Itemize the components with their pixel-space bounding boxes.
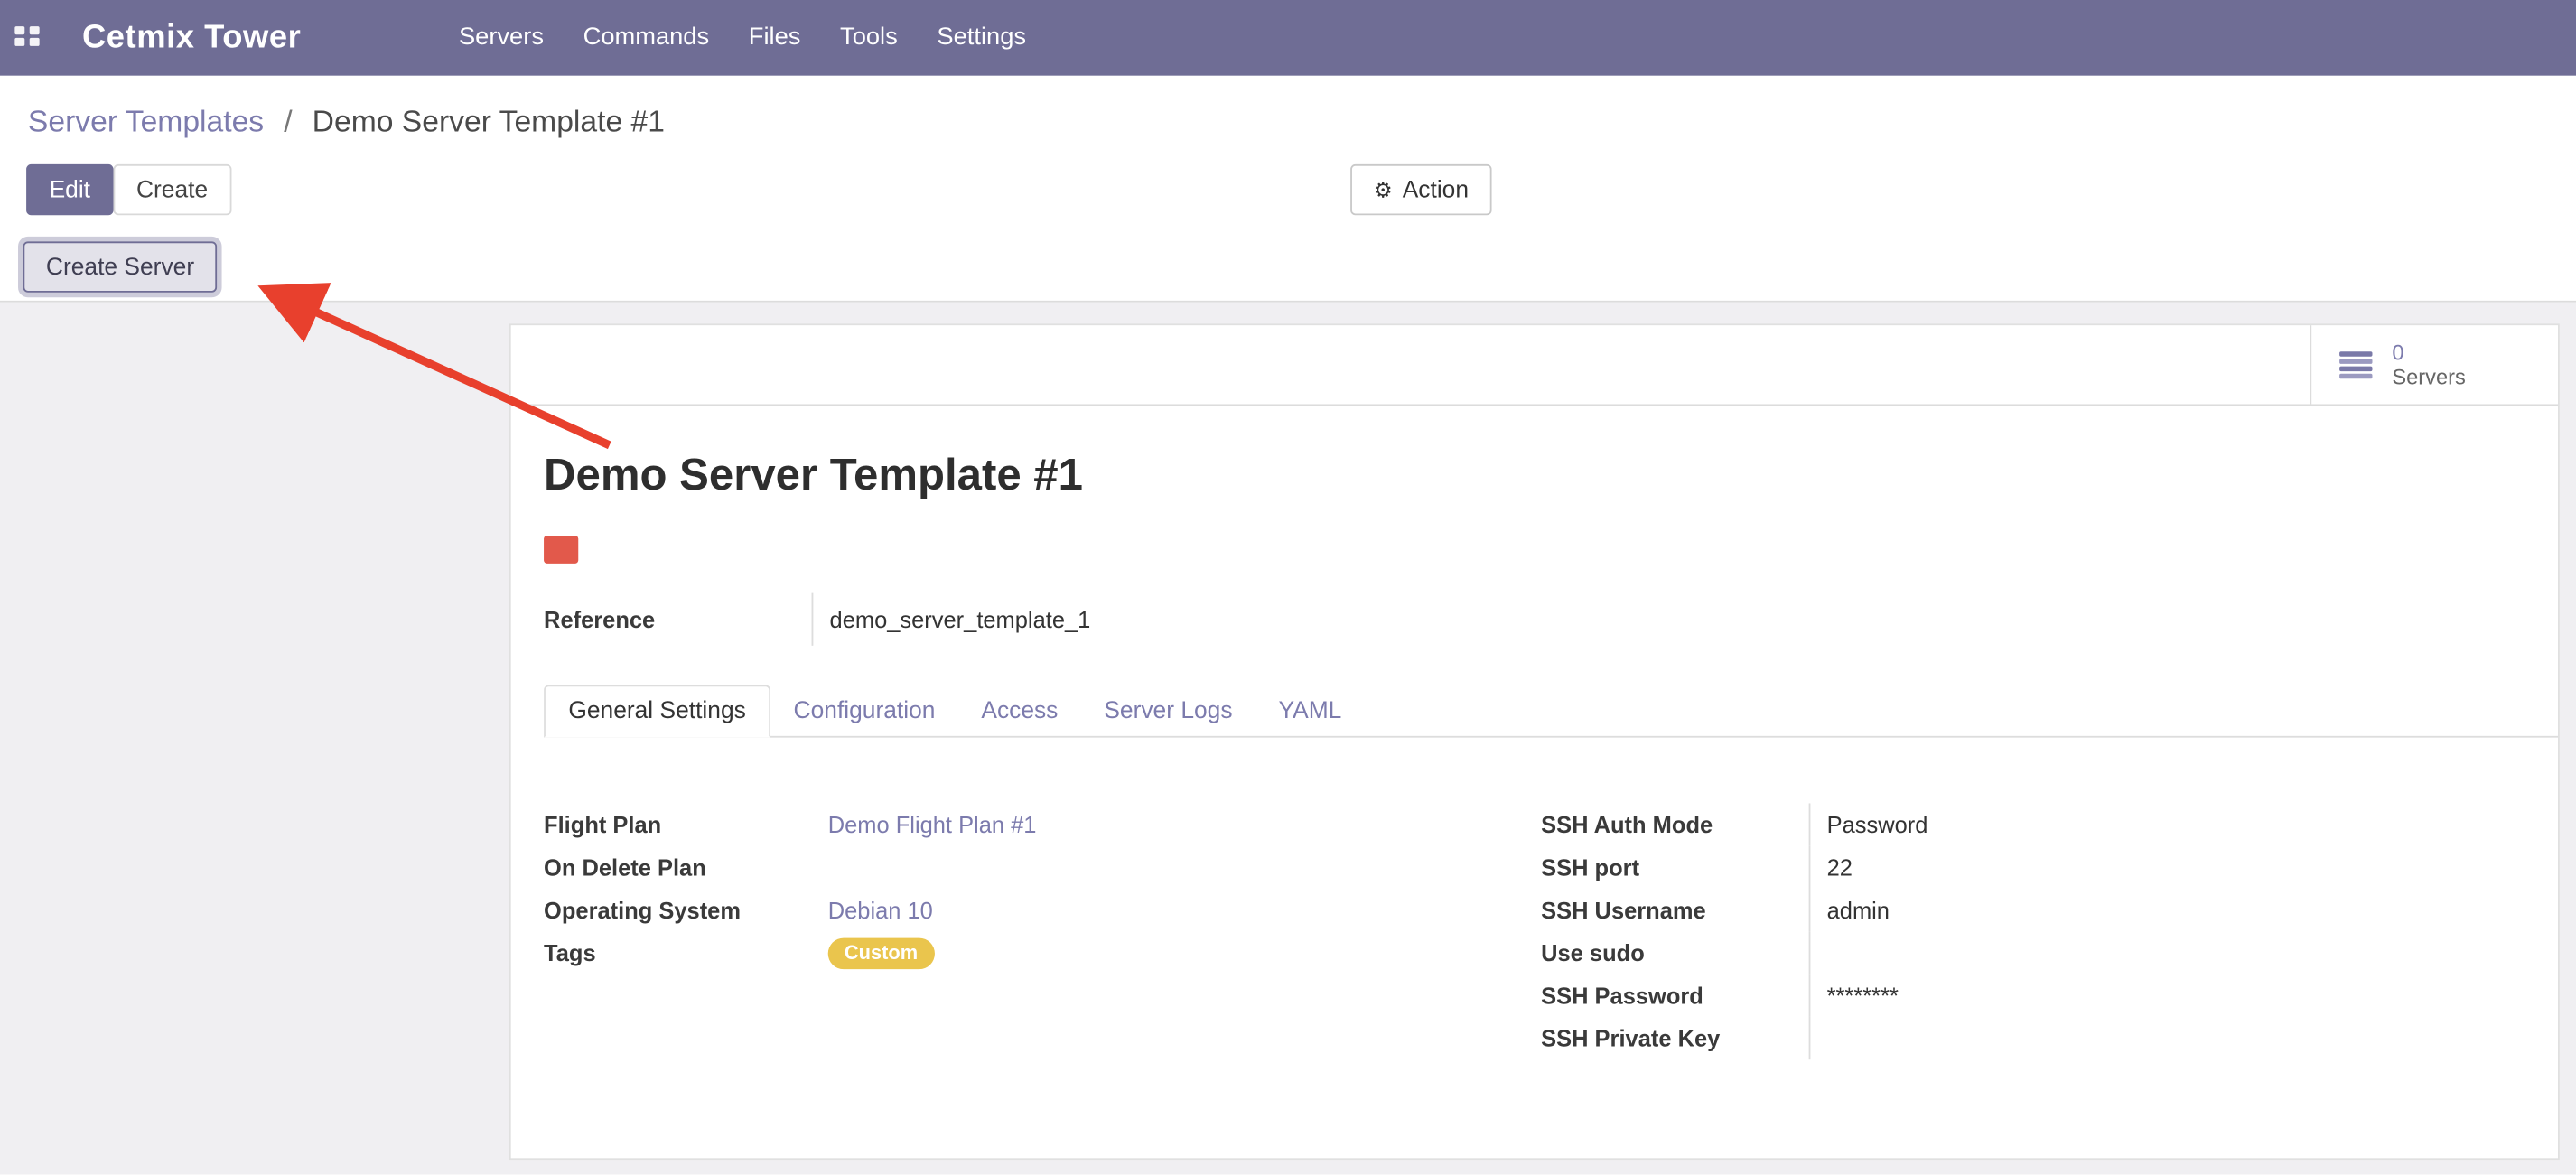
field-group-left: Flight Plan Demo Flight Plan #1 On Delet… (544, 803, 1505, 974)
menu-files[interactable]: Files (729, 0, 820, 76)
menu-commands[interactable]: Commands (564, 0, 729, 76)
server-stack-icon (2338, 350, 2374, 379)
tab-server-logs[interactable]: Server Logs (1081, 686, 1255, 736)
ssh-password-value: ******** (1809, 975, 2519, 1017)
on-delete-plan-label: On Delete Plan (544, 854, 828, 881)
operating-system-label: Operating System (544, 897, 828, 923)
notebook-tabs: General Settings Configuration Access Se… (544, 685, 2558, 737)
servers-label: Servers (2392, 365, 2465, 389)
field-ssh-port: SSH port 22 (1541, 846, 2518, 889)
action-button-label: Action (1403, 177, 1469, 203)
color-swatch (544, 536, 578, 564)
reference-value: demo_server_template_1 (812, 593, 1191, 646)
apps-menu-icon[interactable] (14, 26, 41, 49)
field-flight-plan: Flight Plan Demo Flight Plan #1 (544, 803, 1505, 845)
breadcrumb-separator: / (284, 104, 292, 138)
menu-settings[interactable]: Settings (918, 0, 1046, 76)
tags-label: Tags (544, 939, 828, 965)
menu-tools[interactable]: Tools (820, 0, 917, 76)
use-sudo-value (1809, 931, 2519, 974)
create-server-button[interactable]: Create Server (23, 241, 217, 292)
edit-button[interactable]: Edit (26, 164, 113, 215)
field-ssh-password: SSH Password ******** (1541, 975, 2518, 1017)
top-navbar: Cetmix Tower Servers Commands Files Tool… (0, 0, 2576, 76)
ssh-private-key-value (1809, 1017, 2519, 1059)
ssh-auth-mode-label: SSH Auth Mode (1541, 812, 1808, 838)
field-tags: Tags Custom (544, 931, 1505, 974)
action-button[interactable]: ⚙ Action (1350, 164, 1491, 215)
main-menu: Servers Commands Files Tools Settings (439, 0, 1046, 76)
create-button[interactable]: Create (114, 164, 231, 215)
servers-stat-text: 0 Servers (2392, 340, 2465, 390)
ssh-port-label: SSH port (1541, 854, 1808, 881)
button-box-divider (511, 404, 2558, 406)
field-use-sudo: Use sudo (1541, 931, 2518, 974)
ssh-port-value: 22 (1809, 846, 2519, 889)
field-operating-system: Operating System Debian 10 (544, 889, 1505, 931)
flight-plan-value[interactable]: Demo Flight Plan #1 (828, 812, 1037, 838)
gear-icon: ⚙ (1374, 179, 1393, 200)
use-sudo-label: Use sudo (1541, 939, 1808, 965)
ssh-auth-mode-value: Password (1809, 803, 2519, 845)
reference-field: Reference demo_server_template_1 (544, 593, 1191, 646)
content-area: 0 Servers Demo Server Template #1 Refere… (0, 303, 2576, 1175)
tab-access[interactable]: Access (958, 686, 1081, 736)
ssh-private-key-label: SSH Private Key (1541, 1025, 1808, 1051)
operating-system-value[interactable]: Debian 10 (828, 897, 933, 923)
app-window: Cetmix Tower Servers Commands Files Tool… (0, 0, 2576, 1175)
breadcrumb-parent-link[interactable]: Server Templates (28, 104, 264, 138)
servers-count: 0 (2392, 340, 2465, 365)
reference-label: Reference (544, 593, 811, 646)
field-on-delete-plan: On Delete Plan (544, 846, 1505, 889)
field-ssh-username: SSH Username admin (1541, 889, 2518, 931)
ssh-username-value: admin (1809, 889, 2519, 931)
tags-value: Custom (828, 937, 935, 969)
servers-stat-button[interactable]: 0 Servers (2310, 325, 2558, 404)
breadcrumb: Server Templates / Demo Server Template … (28, 104, 665, 140)
app-brand: Cetmix Tower (82, 19, 301, 57)
ssh-username-label: SSH Username (1541, 897, 1808, 923)
menu-servers[interactable]: Servers (439, 0, 564, 76)
field-ssh-auth-mode: SSH Auth Mode Password (1541, 803, 2518, 845)
field-ssh-private-key: SSH Private Key (1541, 1017, 2518, 1059)
record-sheet: 0 Servers Demo Server Template #1 Refere… (509, 323, 2560, 1160)
breadcrumb-current: Demo Server Template #1 (313, 104, 665, 138)
tab-configuration[interactable]: Configuration (770, 686, 958, 736)
tab-yaml[interactable]: YAML (1255, 686, 1365, 736)
record-title: Demo Server Template #1 (544, 450, 1083, 500)
field-group-right: SSH Auth Mode Password SSH port 22 SSH U… (1541, 803, 2518, 1059)
flight-plan-label: Flight Plan (544, 812, 828, 838)
tag-custom: Custom (828, 937, 935, 969)
ssh-password-label: SSH Password (1541, 983, 1808, 1009)
tab-general-settings[interactable]: General Settings (544, 685, 770, 737)
